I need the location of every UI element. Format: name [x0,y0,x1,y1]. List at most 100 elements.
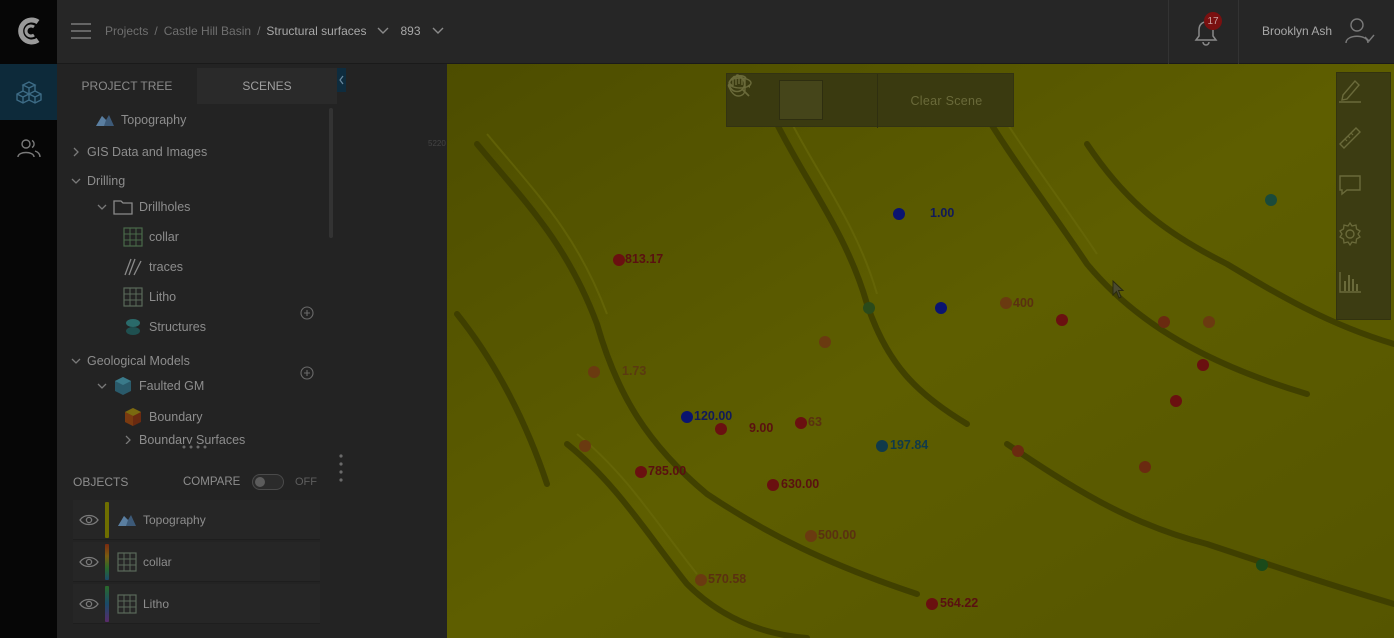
collar-point[interactable] [1197,359,1209,371]
tree-item-faulted-gm[interactable]: Faulted GM [97,374,204,398]
resize-handle-icon[interactable] [181,444,211,450]
breadcrumb-current[interactable]: Structural surfaces [266,24,366,38]
collar-point[interactable] [1265,194,1277,206]
eye-visibility-icon[interactable] [79,513,99,527]
tree-item-litho[interactable]: Litho [123,285,176,309]
chevron-down-icon[interactable] [376,24,390,38]
collar-point[interactable] [613,254,625,266]
collar-point[interactable] [681,411,693,423]
user-name[interactable]: Brooklyn Ash [1262,24,1332,38]
folder-icon [113,200,133,215]
object-row-litho[interactable]: Litho [73,584,320,624]
collapse-panel-handle[interactable] [337,68,346,92]
tab-project-tree[interactable]: PROJECT TREE [57,68,197,104]
hamburger-menu-icon[interactable] [71,22,91,40]
tree-item-label: Structures [149,320,206,334]
caret-down-icon[interactable] [97,202,107,212]
tree-item-boundary[interactable]: Boundary [123,405,203,429]
caret-right-icon[interactable] [123,435,133,444]
scene-settings-button[interactable] [1337,221,1392,269]
collar-point[interactable] [767,479,779,491]
cube-icon [115,377,131,395]
user-account-icon[interactable] [1345,17,1375,45]
add-circle-icon[interactable] [300,366,314,380]
3d-scene-viewport[interactable]: 1.00 813.17 400 1.73 120.00 9.00 63 197.… [447,64,1394,638]
tree-item-traces[interactable]: traces [123,255,183,279]
pan-button[interactable] [727,74,823,120]
app-logo-icon[interactable] [14,14,44,48]
tree-item-label: traces [149,260,184,274]
tab-scenes[interactable]: SCENES [197,68,337,104]
object-row-collar[interactable]: collar [73,542,320,582]
collar-point[interactable] [1203,316,1215,328]
comment-icon [1339,175,1361,196]
caret-down-icon[interactable] [97,381,107,391]
collar-point[interactable] [588,366,600,378]
collar-point[interactable] [1139,461,1151,473]
caret-right-icon[interactable] [71,147,81,157]
collar-point[interactable] [863,302,875,314]
annotate-button[interactable] [1337,77,1392,125]
collar-point[interactable] [935,302,947,314]
header-divider [1168,0,1169,64]
collar-point[interactable] [926,598,938,610]
tree-item-structures[interactable]: Structures [123,315,206,339]
structures-icon [126,319,140,335]
collar-point[interactable] [819,336,831,348]
collar-point[interactable] [1012,445,1024,457]
collar-point[interactable] [795,417,807,429]
collar-point[interactable] [805,530,817,542]
collar-point[interactable] [1000,297,1012,309]
tree-item-drilling[interactable]: Drilling [71,169,125,193]
collar-point[interactable] [579,440,591,452]
tree-item-collar[interactable]: collar [123,225,179,249]
measure-button[interactable] [1337,125,1392,173]
comments-button[interactable] [1337,173,1392,221]
caret-down-icon[interactable] [71,356,81,366]
tree-item-gis[interactable]: GIS Data and Images [71,140,207,164]
zoom-button[interactable] [728,75,871,120]
collar-point[interactable] [876,440,888,452]
rail-scenes-button[interactable] [0,64,57,120]
collar-point[interactable] [695,574,707,586]
collar-point[interactable] [1056,314,1068,326]
compare-toggle[interactable] [252,474,284,490]
object-row-topography[interactable]: Topography [73,500,320,540]
collar-label: 9.00 [749,421,774,435]
tree-item-drillholes[interactable]: Drillholes [97,195,190,219]
collar-point[interactable] [1158,316,1170,328]
rail-users-button[interactable] [0,120,57,176]
collar-point[interactable] [635,466,647,478]
collar-label: 785.00 [648,464,687,478]
clear-scene-button[interactable]: Clear Scene [877,74,1015,128]
gear-icon [1339,221,1361,247]
eye-visibility-icon[interactable] [79,597,99,611]
breadcrumb-project[interactable]: Castle Hill Basin [164,24,251,38]
version-selector[interactable]: 893 [400,24,420,38]
chevron-left-icon [339,75,344,85]
collar-point[interactable] [1170,395,1182,407]
collar-point[interactable] [1256,559,1268,571]
tree-item-boundary-surfaces[interactable]: Boundary Surfaces [123,428,245,444]
topography-icon [96,115,114,126]
grid-table-icon [123,287,143,307]
axis-tick-label: 5220 [428,139,446,148]
collar-point[interactable] [715,423,727,435]
chevron-down-icon[interactable] [431,24,445,38]
tree-item-label: collar [149,230,179,244]
collar-label: 400 [1013,296,1034,310]
tree-item-label: Drillholes [139,200,191,214]
tree-scrollbar[interactable] [329,108,333,238]
edit-pencil-icon [1339,79,1361,103]
breadcrumb-separator: / [154,24,158,38]
drag-handle-icon[interactable] [338,452,344,484]
collar-point[interactable] [893,208,905,220]
add-circle-icon[interactable] [300,306,314,320]
tree-item-topography[interactable]: Topography [95,108,186,132]
eye-visibility-icon[interactable] [79,555,99,569]
breadcrumb-projects[interactable]: Projects [105,24,148,38]
statistics-button[interactable] [1337,269,1392,317]
header-divider [1238,0,1239,64]
caret-down-icon[interactable] [71,176,81,186]
tree-item-geological-models[interactable]: Geological Models [71,349,190,373]
